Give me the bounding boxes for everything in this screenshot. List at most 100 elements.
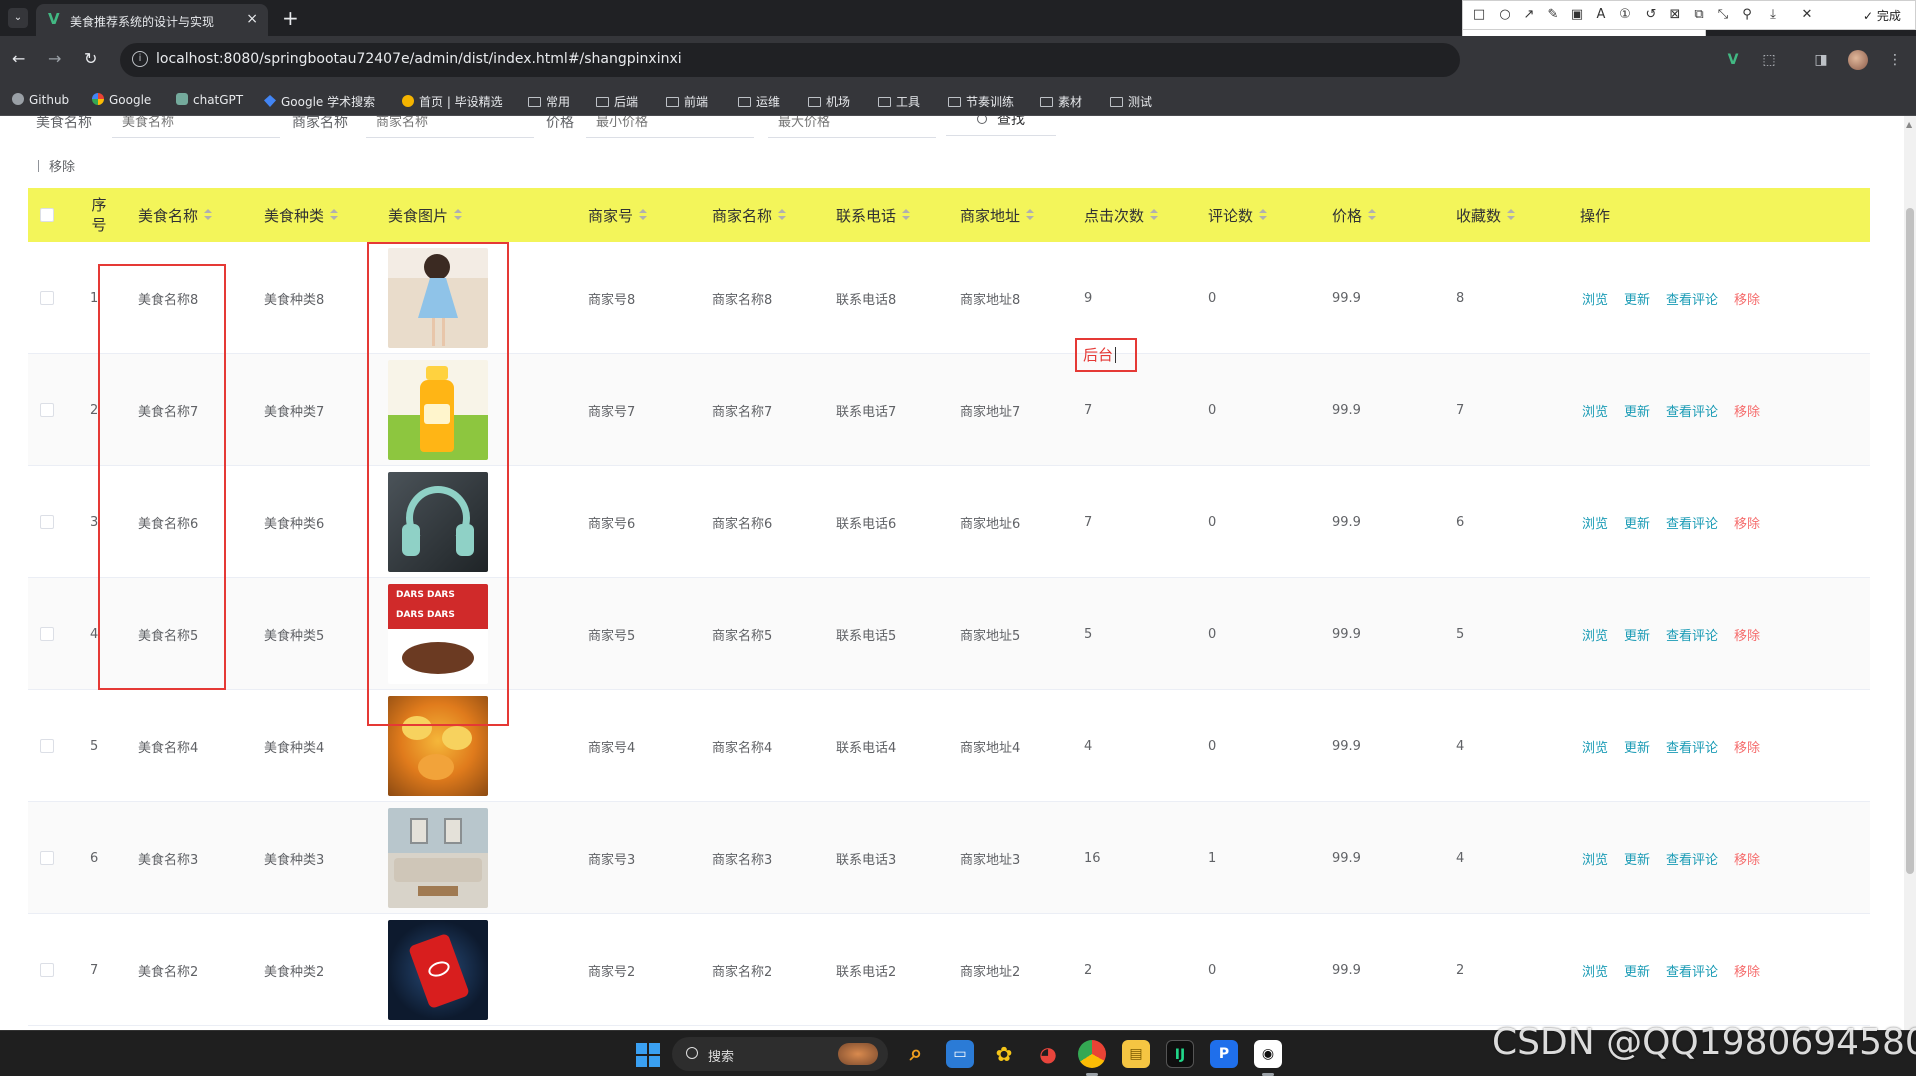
reload-icon[interactable]: ↻ <box>84 49 97 68</box>
scroll-up-arrow-icon[interactable]: ▲ <box>1906 120 1912 129</box>
number-tool-icon[interactable]: ① <box>1617 7 1633 23</box>
update-button[interactable]: 更新 <box>1624 401 1650 420</box>
col-food-name[interactable]: 美食名称 <box>138 188 213 242</box>
delete-button[interactable]: 移除 <box>1734 849 1760 868</box>
bookmark-item[interactable]: 素材 <box>1040 93 1082 110</box>
view-comments-button[interactable]: 查看评论 <box>1666 289 1718 308</box>
mosaic-tool-icon[interactable]: ▣ <box>1569 7 1585 23</box>
remote-desktop-icon[interactable]: ▭ <box>946 1040 974 1068</box>
pin-icon[interactable]: ⚲ <box>1739 7 1755 23</box>
vue-devtools-icon[interactable]: V <box>1724 51 1742 69</box>
col-price[interactable]: 价格 <box>1332 188 1377 242</box>
arrow-tool-icon[interactable]: ↗ <box>1521 7 1537 23</box>
bookmark-item[interactable]: Google <box>92 93 151 107</box>
menu-kebab-icon[interactable]: ⋮ <box>1886 51 1904 69</box>
view-comments-button[interactable]: 查看评论 <box>1666 737 1718 756</box>
site-info-icon[interactable]: i <box>132 51 148 67</box>
bookmark-item[interactable]: 节奏训练 <box>948 93 1014 110</box>
delete-button[interactable]: 移除 <box>1734 401 1760 420</box>
col-address[interactable]: 商家地址 <box>960 188 1035 242</box>
view-comments-button[interactable]: 查看评论 <box>1666 401 1718 420</box>
view-comments-button[interactable]: 查看评论 <box>1666 513 1718 532</box>
qq-icon[interactable]: ◉ <box>1254 1040 1282 1068</box>
row-checkbox[interactable] <box>40 578 54 690</box>
new-tab-button[interactable]: + <box>282 6 299 30</box>
delete-button[interactable]: 移除 <box>1734 737 1760 756</box>
row-checkbox[interactable] <box>40 354 54 466</box>
extensions-icon[interactable]: ⬚ <box>1760 51 1778 69</box>
view-button[interactable]: 浏览 <box>1582 625 1608 644</box>
search-app-icon[interactable]: ⌕ <box>902 1040 930 1068</box>
row-checkbox[interactable] <box>40 466 54 578</box>
rectangle-tool-icon[interactable]: □ <box>1471 7 1487 23</box>
view-button[interactable]: 浏览 <box>1582 401 1608 420</box>
scroll-thumb[interactable] <box>1906 208 1914 874</box>
col-favorites[interactable]: 收藏数 <box>1456 188 1516 242</box>
text-tool-icon[interactable]: A <box>1593 7 1609 23</box>
intellij-icon[interactable]: IJ <box>1166 1040 1194 1068</box>
done-button[interactable]: ✓ 完成 <box>1863 7 1901 24</box>
merchant-name-input[interactable] <box>366 116 534 138</box>
url-text[interactable]: localhost:8080/springbootau72407e/admin/… <box>156 51 682 67</box>
col-phone[interactable]: 联系电话 <box>836 188 911 242</box>
bookmark-item[interactable]: 工具 <box>878 93 920 110</box>
view-comments-button[interactable]: 查看评论 <box>1666 961 1718 980</box>
view-comments-button[interactable]: 查看评论 <box>1666 625 1718 644</box>
col-clicks[interactable]: 点击次数 <box>1084 188 1159 242</box>
search-button[interactable]: 查找 <box>946 116 1056 136</box>
swirl-app-icon[interactable]: ◕ <box>1034 1040 1062 1068</box>
sort-caret-icon[interactable] <box>204 209 213 221</box>
max-price-input[interactable] <box>768 116 936 138</box>
side-panel-icon[interactable]: ◨ <box>1812 51 1830 69</box>
delete-button[interactable]: 移除 <box>1734 961 1760 980</box>
sort-caret-icon[interactable] <box>778 209 787 221</box>
bookmark-item[interactable]: 运维 <box>738 93 780 110</box>
bookmark-item[interactable]: 前端 <box>666 93 708 110</box>
update-button[interactable]: 更新 <box>1624 513 1650 532</box>
view-button[interactable]: 浏览 <box>1582 289 1608 308</box>
update-button[interactable]: 更新 <box>1624 849 1650 868</box>
sofa-room-photo[interactable] <box>388 808 488 908</box>
view-button[interactable]: 浏览 <box>1582 737 1608 756</box>
sort-caret-icon[interactable] <box>1150 209 1159 221</box>
col-merchant-no[interactable]: 商家号 <box>588 188 648 242</box>
bookmark-item[interactable]: Google 学术搜索 <box>264 93 375 110</box>
pet-app-icon[interactable]: ✿ <box>990 1040 1018 1068</box>
sort-caret-icon[interactable] <box>1259 209 1268 221</box>
bulk-delete-button[interactable]: 移除 <box>38 156 75 175</box>
bookmark-item[interactable]: chatGPT <box>176 93 243 107</box>
row-checkbox[interactable] <box>40 242 54 354</box>
cola-can-photo[interactable] <box>388 920 488 1020</box>
bookmark-item[interactable]: Github <box>12 93 69 107</box>
select-all-checkbox[interactable] <box>40 188 54 242</box>
sort-caret-icon[interactable] <box>1026 209 1035 221</box>
update-button[interactable]: 更新 <box>1624 961 1650 980</box>
col-merchant-name[interactable]: 商家名称 <box>712 188 787 242</box>
bookmark-item[interactable]: 后端 <box>596 93 638 110</box>
cancel-icon[interactable]: ✕ <box>1799 7 1815 23</box>
update-button[interactable]: 更新 <box>1624 625 1650 644</box>
sort-caret-icon[interactable] <box>902 209 911 221</box>
view-button[interactable]: 浏览 <box>1582 961 1608 980</box>
ocr-icon[interactable]: ⧉ <box>1691 7 1707 23</box>
profile-avatar[interactable] <box>1848 50 1868 70</box>
chrome-icon[interactable] <box>1078 1040 1106 1068</box>
delete-button[interactable]: 移除 <box>1734 513 1760 532</box>
browser-tab-active[interactable]: V 美食推荐系统的设计与实现 × <box>36 4 268 36</box>
sort-caret-icon[interactable] <box>330 209 339 221</box>
view-comments-button[interactable]: 查看评论 <box>1666 849 1718 868</box>
bookmark-item[interactable]: 测试 <box>1110 93 1152 110</box>
sort-caret-icon[interactable] <box>1368 209 1377 221</box>
windows-start-icon[interactable] <box>636 1043 660 1067</box>
file-explorer-icon[interactable]: ▤ <box>1122 1040 1150 1068</box>
back-arrow-icon[interactable]: ← <box>12 49 25 68</box>
forward-arrow-icon[interactable]: → <box>48 49 61 68</box>
view-button[interactable]: 浏览 <box>1582 513 1608 532</box>
col-food-type[interactable]: 美食种类 <box>264 188 339 242</box>
bookmark-item[interactable]: 机场 <box>808 93 850 110</box>
delete-button[interactable]: 移除 <box>1734 289 1760 308</box>
p-app-icon[interactable]: P <box>1210 1040 1238 1068</box>
undo-icon[interactable]: ↺ <box>1643 7 1659 23</box>
food-name-input[interactable] <box>112 116 280 138</box>
view-button[interactable]: 浏览 <box>1582 849 1608 868</box>
